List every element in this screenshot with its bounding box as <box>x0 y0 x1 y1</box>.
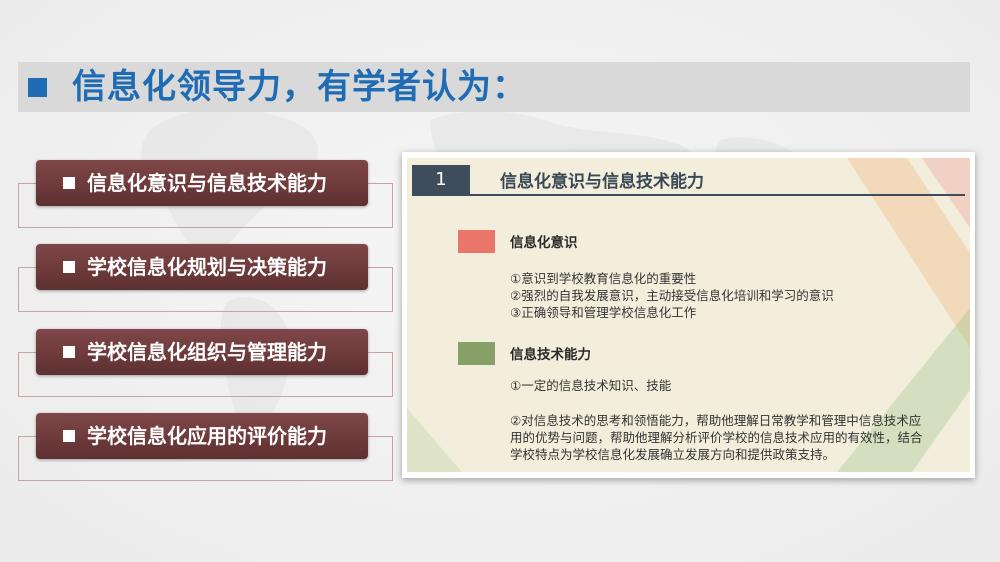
section-line: 用的优势与问题，帮助他理解分析评价学校的信息技术应用的有效性，结合 <box>510 430 923 445</box>
topic-button-label: 学校信息化组织与管理能力 <box>87 340 327 364</box>
square-bullet-icon <box>63 261 75 273</box>
menu-item: 信息化意识与信息技术能力 <box>0 160 400 230</box>
topic-button-label: 学校信息化规划与决策能力 <box>87 255 327 279</box>
section-number-badge: 1 <box>412 165 470 195</box>
section-color-marker-green <box>458 342 495 365</box>
topic-button-organization-and-management[interactable]: 学校信息化组织与管理能力 <box>36 329 368 375</box>
square-bullet-icon <box>63 177 75 189</box>
square-bullet-icon <box>28 78 47 97</box>
section-label-awareness: 信息化意识 <box>510 235 578 251</box>
square-bullet-icon <box>63 430 75 442</box>
page-title: 信息化领导力，有学者认为： <box>72 67 527 107</box>
topic-button-awareness-and-skills[interactable]: 信息化意识与信息技术能力 <box>36 160 368 206</box>
slide: 信息化领导力，有学者认为： 信息化意识与信息技术能力 学校信息化规划与决策能力 … <box>0 0 1000 562</box>
topic-button-label: 信息化意识与信息技术能力 <box>87 171 327 195</box>
section-label-skills: 信息技术能力 <box>510 347 591 363</box>
card-heading: 信息化意识与信息技术能力 <box>500 172 704 192</box>
section-line: ③正确领导和管理学校信息化工作 <box>510 305 697 320</box>
topic-button-application-evaluation[interactable]: 学校信息化应用的评价能力 <box>36 413 368 459</box>
section-line: ①一定的信息技术知识、技能 <box>510 378 672 393</box>
square-bullet-icon <box>63 346 75 358</box>
section-line: ②对信息技术的思考和领悟能力，帮助他理解日常教学和管理中信息技术应 <box>510 413 922 428</box>
menu-item: 学校信息化组织与管理能力 <box>0 329 400 399</box>
detail-card-content: 1 信息化意识与信息技术能力 信息化意识 ①意识到学校教育信息化的重要性 ②强烈… <box>407 158 970 472</box>
topic-button-label: 学校信息化应用的评价能力 <box>87 424 327 448</box>
menu-item: 学校信息化规划与决策能力 <box>0 244 400 314</box>
section-line: ②强烈的自我发展意识，主动接受信息化培训和学习的意识 <box>510 288 834 303</box>
section-line: 学校特点为学校信息化发展确立发展方向和提供政策支持。 <box>510 447 836 462</box>
heading-divider <box>412 194 965 196</box>
topic-button-planning-and-decision[interactable]: 学校信息化规划与决策能力 <box>36 244 368 290</box>
title-bar: 信息化领导力，有学者认为： <box>18 62 970 112</box>
section-color-marker-red <box>458 230 495 253</box>
section-line: ①意识到学校教育信息化的重要性 <box>510 271 697 286</box>
menu-item: 学校信息化应用的评价能力 <box>0 413 400 483</box>
detail-card: 1 信息化意识与信息技术能力 信息化意识 ①意识到学校教育信息化的重要性 ②强烈… <box>402 152 975 478</box>
